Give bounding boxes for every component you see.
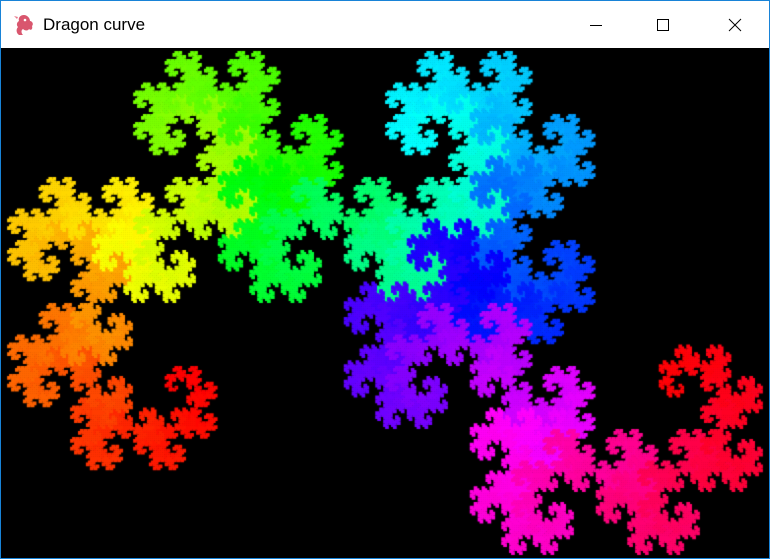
minimize-icon — [589, 18, 603, 32]
minimize-button[interactable] — [573, 1, 619, 48]
dragon-curve-fractal — [1, 48, 769, 558]
maximize-button[interactable] — [640, 1, 686, 48]
close-icon — [728, 18, 742, 32]
title-bar[interactable]: Dragon curve — [1, 1, 769, 48]
drawing-canvas — [1, 48, 769, 558]
maximize-icon — [656, 18, 670, 32]
close-button[interactable] — [712, 1, 758, 48]
app-window: Dragon curve — [0, 0, 770, 559]
dragon-icon[interactable] — [13, 13, 35, 37]
window-title: Dragon curve — [43, 15, 146, 34]
